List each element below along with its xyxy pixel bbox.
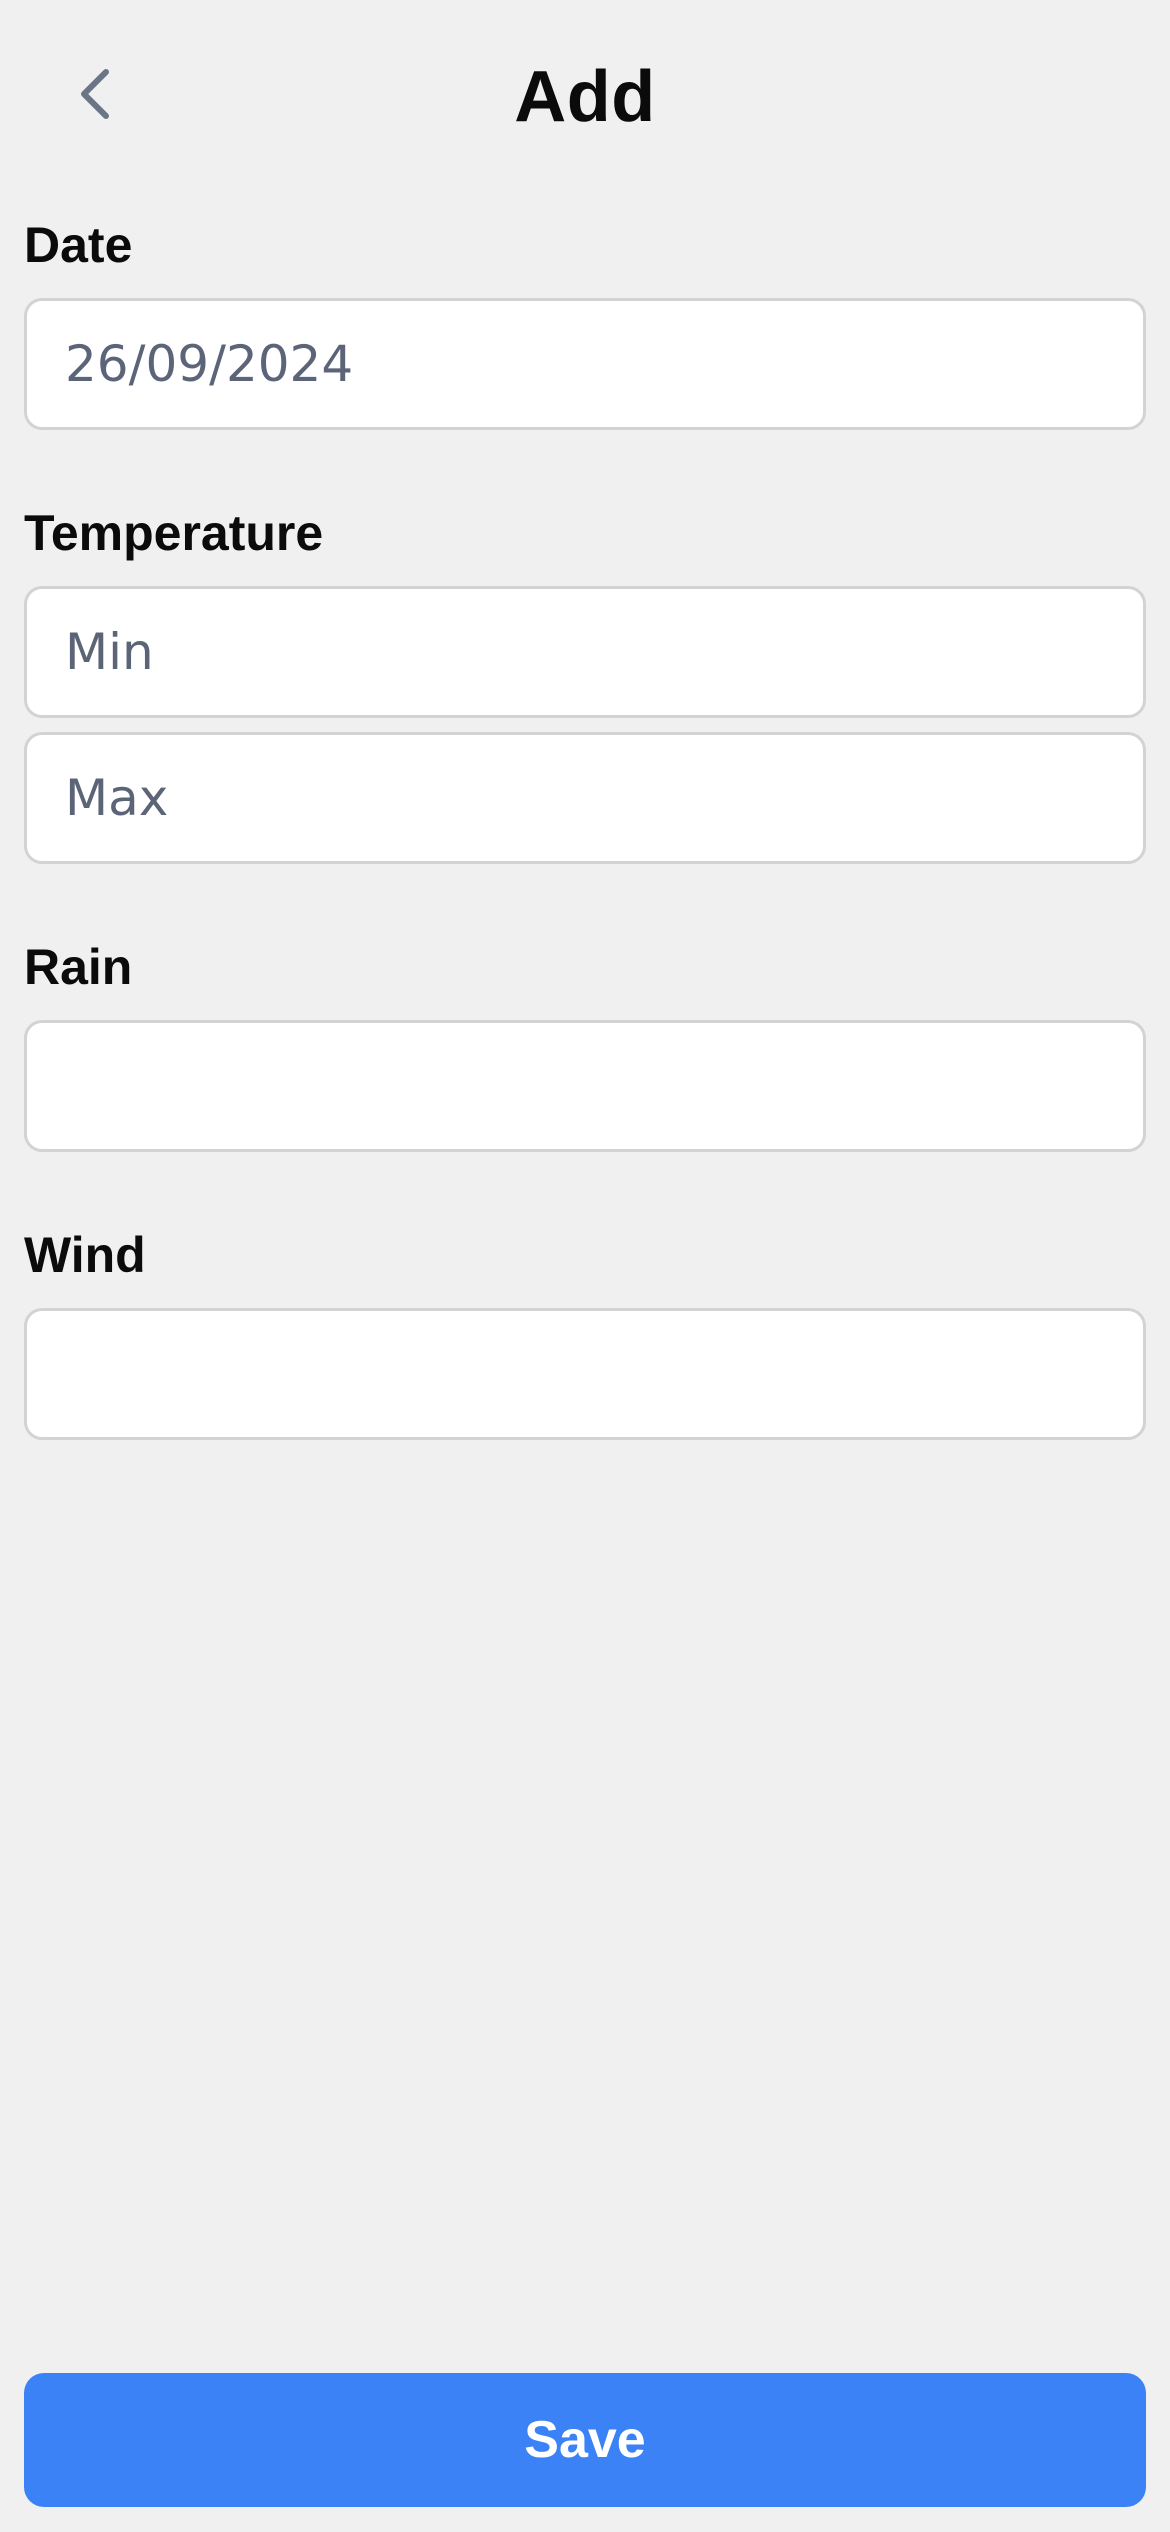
temperature-min-field[interactable]: Min — [24, 586, 1146, 718]
temperature-max-field[interactable]: Max — [24, 732, 1146, 864]
rain-label: Rain — [24, 939, 133, 995]
temperature-max-placeholder: Max — [65, 769, 169, 827]
rain-field[interactable] — [24, 1020, 1146, 1152]
temperature-label: Temperature — [24, 505, 324, 561]
date-label: Date — [24, 217, 133, 273]
temperature-min-placeholder: Min — [65, 623, 154, 681]
save-button-label: Save — [524, 2411, 646, 2469]
date-value: 26/09/2024 — [65, 335, 354, 393]
header: Add — [0, 0, 1170, 190]
wind-field[interactable] — [24, 1308, 1146, 1440]
date-field[interactable]: 26/09/2024 — [24, 298, 1146, 430]
wind-label: Wind — [24, 1227, 146, 1283]
page-title: Add — [514, 57, 656, 137]
save-button[interactable]: Save — [24, 2373, 1146, 2507]
